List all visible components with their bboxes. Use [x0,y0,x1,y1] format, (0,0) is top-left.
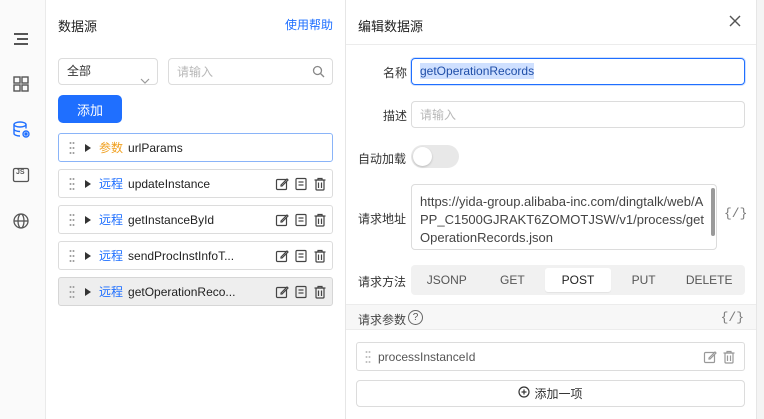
delete-icon[interactable] [312,248,327,263]
drag-handle-icon[interactable] [63,170,81,197]
close-icon[interactable] [728,14,744,30]
edit-icon[interactable] [274,284,289,299]
item-name: getOperationReco... [128,284,236,299]
plus-circle-icon [518,386,531,401]
item-name: urlParams [128,140,183,155]
datasource-item[interactable]: 远程 sendProcInstInfoT... [58,241,333,270]
datasource-item[interactable]: 远程 updateInstance [58,169,333,198]
method-put[interactable]: PUT [611,268,677,292]
drag-handle-icon[interactable] [63,134,81,161]
components-icon[interactable] [10,73,32,95]
param-row: processInstanceId [356,342,745,371]
type-filter-select[interactable]: 全部 [58,58,158,85]
copy-icon[interactable] [293,212,308,227]
delete-icon[interactable] [312,284,327,299]
outline-icon[interactable] [10,28,32,50]
type-filter-value: 全部 [67,64,92,78]
header-divider [346,44,756,45]
toggle-knob [413,147,432,166]
drag-handle-icon[interactable] [63,242,81,269]
method-delete[interactable]: DELETE [676,268,742,292]
item-type-tag: 远程 [99,177,124,191]
autoload-toggle[interactable] [411,145,459,168]
js-label: JS [16,169,25,176]
edit-datasource-panel: 编辑数据源 名称 getOperationRecords 描述 自动加载 请求地… [346,0,756,419]
item-type-tag: 远程 [99,249,124,263]
drag-handle-icon[interactable] [365,350,371,367]
autoload-label: 自动加载 [358,152,407,166]
datasource-panel: 数据源 使用帮助 全部 添加 参数 urlParams 远程 updateIns… [46,0,346,419]
request-params-section: 请求参数 ? {/} [346,304,756,330]
datasource-title: 数据源 [58,19,98,34]
name-field[interactable]: getOperationRecords [411,58,745,85]
add-datasource-button[interactable]: 添加 [58,95,122,123]
delete-icon[interactable] [312,176,327,191]
search-box [168,58,333,85]
param-name: processInstanceId [378,350,476,364]
item-type-tag: 远程 [99,213,124,227]
item-type-tag: 远程 [99,285,124,299]
add-param-label: 添加一项 [534,387,583,401]
method-jsonp[interactable]: JSONP [414,268,480,292]
method-get[interactable]: GET [480,268,546,292]
params-label: 请求参数 [358,313,407,327]
help-circle-icon[interactable]: ? [408,310,423,325]
url-textarea[interactable]: https://yida-group.alibaba-inc.com/dingt… [411,184,717,250]
search-input[interactable] [177,59,307,84]
help-link[interactable]: 使用帮助 [285,16,333,33]
delete-icon[interactable] [312,212,327,227]
desc-label: 描述 [383,109,408,123]
method-post[interactable]: POST [545,268,611,292]
copy-icon[interactable] [293,176,308,191]
item-name: updateInstance [128,176,211,191]
item-name: sendProcInstInfoT... [128,248,235,263]
add-param-button[interactable]: 添加一项 [356,380,745,407]
url-value: https://yida-group.alibaba-inc.com/dingt… [420,194,704,245]
edit-icon[interactable] [274,212,289,227]
expand-arrow-icon[interactable] [85,179,91,188]
expand-arrow-icon[interactable] [85,251,91,260]
datasource-item[interactable]: 参数 urlParams [58,133,333,162]
chevron-down-icon [140,68,150,93]
expand-arrow-icon[interactable] [85,215,91,224]
globe-icon[interactable] [10,210,32,232]
datasource-item-active[interactable]: 远程 getOperationReco... [58,277,333,306]
js-icon[interactable]: JS [10,164,32,186]
edit-icon[interactable] [274,176,289,191]
method-label: 请求方法 [358,275,407,289]
delete-icon[interactable] [721,349,736,364]
url-code-button[interactable]: {/} [724,206,747,221]
edit-icon[interactable] [274,248,289,263]
copy-icon[interactable] [293,248,308,263]
drag-handle-icon[interactable] [63,206,81,233]
copy-icon[interactable] [293,284,308,299]
right-edge-panel [756,0,764,419]
expand-arrow-icon[interactable] [85,143,91,152]
method-segmented-control: JSONP GET POST PUT DELETE [411,265,745,295]
url-label: 请求地址 [358,212,407,226]
left-rail: JS [0,0,46,419]
edit-icon[interactable] [702,349,717,364]
url-scrollbar[interactable] [711,188,715,236]
item-name: getInstanceById [128,212,215,227]
search-icon[interactable] [312,65,325,81]
drag-handle-icon[interactable] [63,278,81,305]
datasource-icon[interactable] [10,119,32,141]
edit-panel-title: 编辑数据源 [358,19,424,34]
name-label: 名称 [383,66,408,80]
datasource-item[interactable]: 远程 getInstanceById [58,205,333,234]
expand-arrow-icon[interactable] [85,287,91,296]
description-field[interactable] [411,101,745,128]
params-code-button[interactable]: {/} [721,310,744,325]
name-value: getOperationRecords [420,63,535,79]
item-type-tag: 参数 [99,141,124,155]
